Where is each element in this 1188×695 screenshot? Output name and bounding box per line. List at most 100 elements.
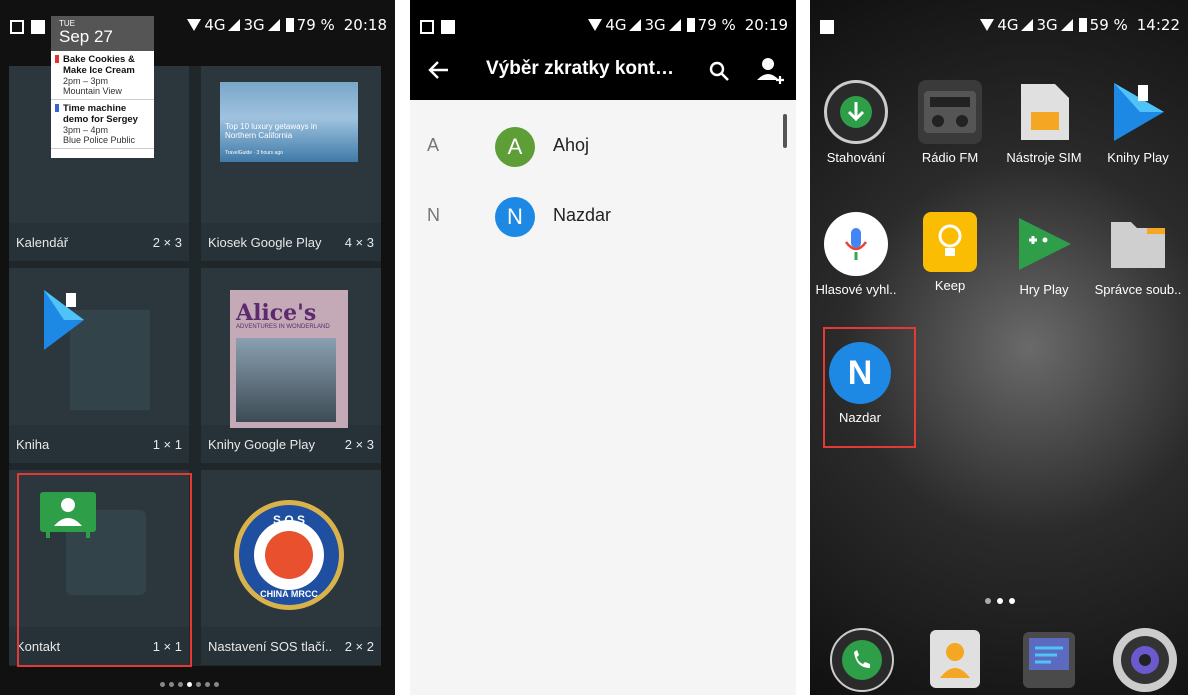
status-bar: 4G 3G 79 % 20:19 bbox=[410, 0, 796, 40]
section-letter: N bbox=[427, 205, 440, 225]
signal2-icon bbox=[267, 19, 280, 31]
network2-label: 3G bbox=[243, 16, 265, 34]
image-notification-icon bbox=[31, 20, 45, 34]
contact-name: Nazdar bbox=[553, 205, 612, 225]
scrollbar[interactable] bbox=[783, 114, 787, 148]
signal-icon bbox=[1021, 19, 1034, 31]
network-label: 4G bbox=[204, 16, 226, 34]
event-place: Blue Police Public bbox=[63, 135, 136, 145]
wifi-icon bbox=[980, 19, 995, 31]
section-letter: A bbox=[427, 135, 440, 155]
image-notification-icon bbox=[441, 20, 455, 34]
app-bar: 4G 3G 79 % 20:19 Výběr zkratky kont… bbox=[410, 0, 796, 100]
widget-size: 2 × 2 bbox=[344, 638, 374, 654]
event-time: 3pm – 4pm bbox=[63, 125, 109, 135]
app-downloads[interactable]: Stahování bbox=[811, 80, 901, 165]
battery-level: 79 % bbox=[697, 16, 736, 34]
folder-icon bbox=[1106, 212, 1170, 276]
app-label: Stahování bbox=[826, 150, 886, 165]
contacts-icon[interactable] bbox=[930, 630, 980, 688]
signal-icon bbox=[228, 19, 241, 31]
battery-level: 59 % bbox=[1089, 16, 1128, 34]
app-keep[interactable]: Keep bbox=[905, 212, 995, 293]
widget-name: Kniha bbox=[16, 436, 50, 452]
network-label: 4G bbox=[605, 16, 627, 34]
app-play-games[interactable]: Hry Play bbox=[999, 212, 1089, 297]
sos-emblem-icon: S O S CHINA MRCC bbox=[234, 500, 344, 610]
widget-name: Kalendář bbox=[16, 234, 69, 250]
sos-bottom-text: CHINA MRCC bbox=[260, 589, 318, 599]
book-subtitle: ADVENTURES IN WONDERLAND bbox=[236, 324, 330, 330]
phone-icon[interactable] bbox=[830, 628, 894, 692]
widget-name: Knihy Google Play bbox=[208, 436, 315, 452]
sim-card-icon bbox=[1012, 80, 1076, 144]
app-label: Správce soub.. bbox=[1094, 282, 1182, 297]
battery-icon bbox=[1078, 18, 1087, 32]
event-time: 2pm – 3pm bbox=[63, 76, 109, 86]
contact-chooser-screen: 4G 3G 79 % 20:19 Výběr zkratky kont… A A… bbox=[410, 0, 796, 695]
highlight-contact-widget bbox=[17, 473, 192, 667]
gallery-notification-icon bbox=[420, 20, 434, 34]
app-label: Hlasové vyhl.. bbox=[815, 282, 897, 297]
widget-size: 2 × 3 bbox=[152, 234, 182, 250]
widget-name: Nastavení SOS tlačí.. bbox=[208, 638, 333, 654]
kiosk-source: TravelGuide · 3 hours ago bbox=[225, 150, 283, 156]
camera-icon[interactable] bbox=[1113, 628, 1177, 692]
calendar-preview: TUE Sep 27 Bake Cookies & Make Ice Cream… bbox=[51, 16, 154, 158]
app-play-books[interactable]: Knihy Play bbox=[1093, 80, 1183, 165]
app-label: Nástroje SIM bbox=[1006, 150, 1082, 165]
kiosk-headline: Top 10 luxury getaways in Northern Calif… bbox=[225, 122, 318, 140]
page-indicator bbox=[985, 598, 1015, 604]
list-item[interactable]: N N Nazdar bbox=[410, 187, 796, 247]
play-books-icon bbox=[1106, 80, 1170, 144]
widget-size: 2 × 3 bbox=[344, 436, 374, 452]
radio-icon bbox=[918, 80, 982, 144]
add-contact-icon[interactable] bbox=[756, 56, 786, 86]
back-arrow-icon[interactable] bbox=[428, 60, 450, 80]
kiosk-preview: Top 10 luxury getaways in Northern Calif… bbox=[220, 82, 358, 162]
page-indicator bbox=[160, 682, 219, 687]
search-icon[interactable] bbox=[708, 60, 730, 82]
network2-label: 3G bbox=[1036, 16, 1058, 34]
microphone-icon bbox=[824, 212, 888, 276]
signal2-icon bbox=[1060, 19, 1073, 31]
clock: 20:18 bbox=[343, 16, 387, 34]
lightbulb-icon bbox=[923, 212, 977, 272]
signal2-icon bbox=[668, 19, 681, 31]
battery-icon bbox=[285, 18, 294, 32]
event-title: Bake Cookies & Make Ice Cream bbox=[63, 54, 135, 76]
home-screen: 4G 3G 59 % 14:22 Stahování Rádio FM Nást… bbox=[810, 0, 1188, 695]
app-sim-tools[interactable]: Nástroje SIM bbox=[999, 80, 1089, 165]
clock: 20:19 bbox=[744, 16, 788, 34]
widget-name: Kiosek Google Play bbox=[208, 234, 322, 250]
widget-picker-screen: 4G 3G 79 % 20:18 Kalendář 2 × 3 Kiosek Go… bbox=[0, 0, 395, 695]
wifi-icon bbox=[588, 19, 603, 31]
page-title: Výběr zkratky kont… bbox=[486, 58, 674, 79]
network-label: 4G bbox=[997, 16, 1019, 34]
app-label: Hry Play bbox=[1019, 282, 1069, 297]
avatar: N bbox=[495, 197, 535, 237]
app-voice-search[interactable]: Hlasové vyhl.. bbox=[811, 212, 901, 297]
gamepad-icon bbox=[1012, 212, 1076, 276]
download-icon bbox=[824, 80, 888, 144]
gallery-notification-icon bbox=[10, 20, 24, 34]
messages-icon[interactable] bbox=[1023, 632, 1075, 688]
app-file-manager[interactable]: Správce soub.. bbox=[1093, 212, 1183, 297]
widget-size: 1 × 1 bbox=[152, 436, 182, 452]
event-place: Mountain View bbox=[63, 86, 122, 96]
widget-size: 4 × 3 bbox=[344, 234, 374, 250]
play-books-icon bbox=[44, 290, 150, 410]
event-title: Time machine demo for Sergey bbox=[63, 103, 138, 125]
book-cover-preview: Alice's ADVENTURES IN WONDERLAND bbox=[230, 290, 348, 428]
list-item[interactable]: A A Ahoj bbox=[410, 117, 796, 177]
battery-level: 79 % bbox=[296, 16, 335, 34]
app-fm-radio[interactable]: Rádio FM bbox=[905, 80, 995, 165]
sos-top-text: S O S bbox=[272, 513, 305, 527]
battery-icon bbox=[686, 18, 695, 32]
app-label: Rádio FM bbox=[921, 150, 979, 165]
calendar-date: Sep 27 bbox=[59, 27, 113, 46]
wifi-icon bbox=[187, 19, 202, 31]
book-title: Alice's bbox=[236, 300, 317, 326]
image-notification-icon bbox=[820, 20, 834, 34]
status-bar: 4G 3G 59 % 14:22 bbox=[810, 0, 1188, 58]
